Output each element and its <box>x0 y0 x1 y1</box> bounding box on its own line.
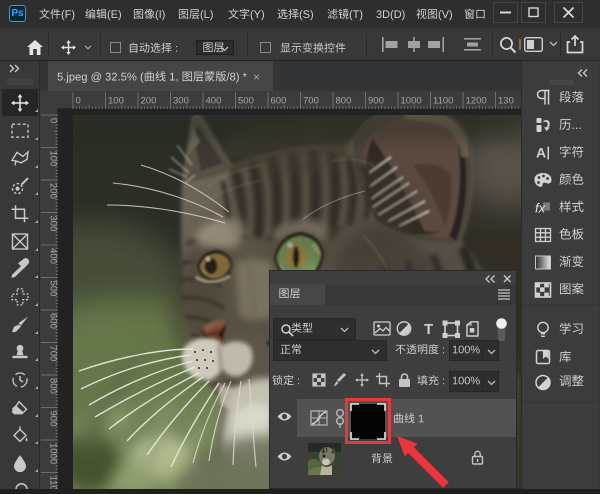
svg-text:600: 600 <box>48 313 59 329</box>
svg-text:700: 700 <box>48 346 59 362</box>
svg-text:A: A <box>536 145 546 161</box>
svg-text:300: 300 <box>173 96 189 107</box>
svg-text:fx: fx <box>535 201 546 216</box>
svg-text:500: 500 <box>48 281 59 297</box>
svg-text:300: 300 <box>48 216 59 232</box>
svg-text:700: 700 <box>303 96 319 107</box>
svg-text:900: 900 <box>368 96 384 107</box>
svg-text:T: T <box>424 321 433 338</box>
svg-text:800: 800 <box>336 96 352 107</box>
svg-text:200: 200 <box>48 183 59 199</box>
svg-text:1000: 1000 <box>48 443 59 464</box>
svg-text:1100: 1100 <box>48 476 59 490</box>
svg-text:800: 800 <box>48 378 59 394</box>
svg-text:400: 400 <box>48 248 59 264</box>
svg-text:0: 0 <box>76 96 81 107</box>
svg-text:200: 200 <box>141 96 157 107</box>
svg-text:0: 0 <box>48 118 59 123</box>
svg-text:100: 100 <box>108 96 124 107</box>
svg-text:1100: 1100 <box>433 96 453 107</box>
svg-text:900: 900 <box>48 411 59 427</box>
svg-text:400: 400 <box>206 96 222 107</box>
svg-text:130: 130 <box>498 96 514 107</box>
svg-text:100: 100 <box>48 151 59 167</box>
svg-text:500: 500 <box>238 96 254 107</box>
svg-text:600: 600 <box>271 96 287 107</box>
svg-text:1000: 1000 <box>401 96 422 107</box>
svg-text:1200: 1200 <box>466 96 487 107</box>
